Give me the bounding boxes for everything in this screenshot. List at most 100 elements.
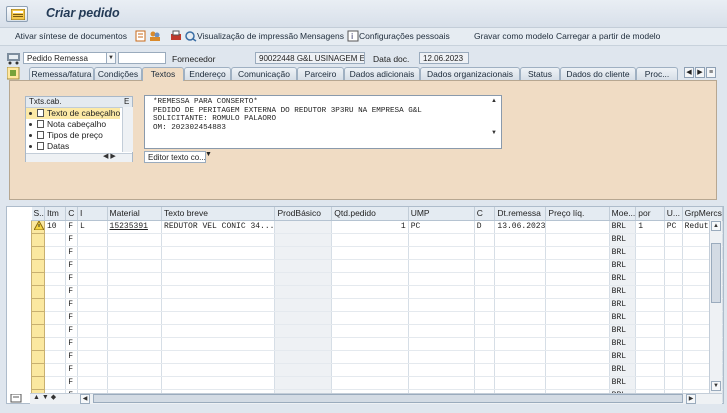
table-cell[interactable] [44,363,67,377]
table-cell[interactable] [331,376,409,390]
table-cell[interactable] [44,246,67,260]
table-cell[interactable] [545,324,610,338]
table-row[interactable]: F BRL [31,258,723,273]
col-dt-remessa[interactable]: Dt.remessa [494,207,547,221]
table-cell[interactable] [31,310,45,325]
cell-i[interactable]: L [77,220,108,234]
table-cell[interactable] [31,245,45,260]
table-cell[interactable] [545,233,610,247]
col-moeda[interactable]: Moe... [609,207,637,221]
table-cell[interactable] [77,233,108,247]
table-cell[interactable] [408,285,475,299]
table-cell[interactable] [31,297,45,312]
table-cell[interactable] [107,363,163,377]
table-cell[interactable] [77,311,108,325]
table-cell[interactable]: BRL [609,233,637,247]
table-cell[interactable] [77,246,108,260]
tab-dados-organizacionais[interactable]: Dados organizacionais [420,67,520,80]
table-cell[interactable] [635,324,665,338]
users-icon[interactable] [149,30,161,42]
col-grp-mercs[interactable]: GrpMercs [682,207,723,221]
table-cell[interactable] [77,376,108,390]
table-cell[interactable] [31,258,45,273]
table-cell[interactable] [274,337,333,351]
document-icon[interactable] [135,30,147,42]
col-texto-breve[interactable]: Texto breve [161,207,276,221]
table-cell[interactable] [664,233,683,247]
table-cell[interactable] [331,298,409,312]
col-i[interactable]: I [77,207,108,221]
col-itm[interactable]: Itm [44,207,67,221]
table-cell[interactable] [44,259,67,273]
table-cell[interactable] [408,272,475,286]
table-cell[interactable] [331,272,409,286]
save-as-template-button[interactable]: Gravar como modelo [474,31,553,41]
tree-item-datas[interactable]: Datas [26,141,132,152]
personal-settings-button[interactable]: Configurações pessoais [359,31,450,41]
table-cell[interactable] [474,311,496,325]
table-cell[interactable] [664,337,683,351]
tab-list-icon[interactable]: ≡ [706,67,716,78]
table-cell[interactable] [161,324,276,338]
table-cell[interactable] [635,298,665,312]
table-cell[interactable]: BRL [609,272,637,286]
table-cell[interactable] [545,350,610,364]
table-cell[interactable]: F [65,350,78,364]
table-cell[interactable] [664,376,683,390]
table-cell[interactable]: F [65,376,78,390]
col-c2[interactable]: C [474,207,496,221]
table-cell[interactable] [545,298,610,312]
table-cell[interactable] [635,337,665,351]
table-row[interactable]: F BRL [31,336,723,351]
tree-scroll-arrows-icon[interactable]: ◀ ▶ [103,152,116,160]
table-cell[interactable] [545,272,610,286]
table-cell[interactable]: F [65,233,78,247]
tab-dados-do-cliente[interactable]: Dados do cliente [560,67,636,80]
vendor-field[interactable]: 90022448 G&L USINAGEM E SER... [255,52,365,64]
table-cell[interactable] [408,298,475,312]
table-cell[interactable] [161,259,276,273]
table-cell[interactable] [274,376,333,390]
cell-por[interactable]: 1 [635,220,665,234]
col-prod-basico[interactable]: ProdBásico [274,207,333,221]
grid-footer-buttons[interactable]: ▲ ▼ ◆ [33,393,73,404]
table-cell[interactable]: F [65,337,78,351]
table-cell[interactable] [494,337,547,351]
table-row[interactable]: F BRL [31,310,723,325]
table-cell[interactable] [474,272,496,286]
cell-dt-remessa[interactable]: 13.06.2023 [494,220,547,234]
table-cell[interactable] [331,233,409,247]
chevron-down-icon[interactable]: ▼ [106,52,116,64]
table-cell[interactable] [331,324,409,338]
table-cell[interactable] [107,285,163,299]
chevron-down-icon[interactable]: ▼ [205,151,212,158]
table-cell[interactable] [77,350,108,364]
table-cell[interactable] [77,363,108,377]
table-cell[interactable]: BRL [609,363,637,377]
tree-item-tipos-preco[interactable]: Tipos de preço [26,130,132,141]
table-cell[interactable] [77,298,108,312]
table-cell[interactable]: F [65,324,78,338]
col-material[interactable]: Material [107,207,163,221]
table-cell[interactable] [664,272,683,286]
table-row[interactable]: 10 F L 15235391 REDUTOR VEL CONIC 34... … [31,219,723,234]
table-cell[interactable] [274,324,333,338]
table-cell[interactable] [44,233,67,247]
cart-icon[interactable] [6,51,22,65]
tab-scroll-left-icon[interactable]: ◀ [684,67,694,78]
table-cell[interactable] [635,350,665,364]
cell-texto-breve[interactable]: REDUTOR VEL CONIC 34... [161,220,276,234]
table-row[interactable]: F BRL [31,245,723,260]
table-cell[interactable] [474,233,496,247]
tab-dados-adicionais[interactable]: Dados adicionais [344,67,420,80]
table-cell[interactable] [664,350,683,364]
table-cell[interactable] [77,324,108,338]
table-cell[interactable] [494,272,547,286]
scroll-up-icon[interactable]: ▲ [711,221,721,231]
table-cell[interactable] [274,350,333,364]
cell-c[interactable]: F [65,220,78,234]
tab-comunicacao[interactable]: Comunicação [231,67,297,80]
messages-button[interactable]: Mensagens [300,31,344,41]
table-cell[interactable] [44,337,67,351]
table-cell[interactable]: BRL [609,246,637,260]
